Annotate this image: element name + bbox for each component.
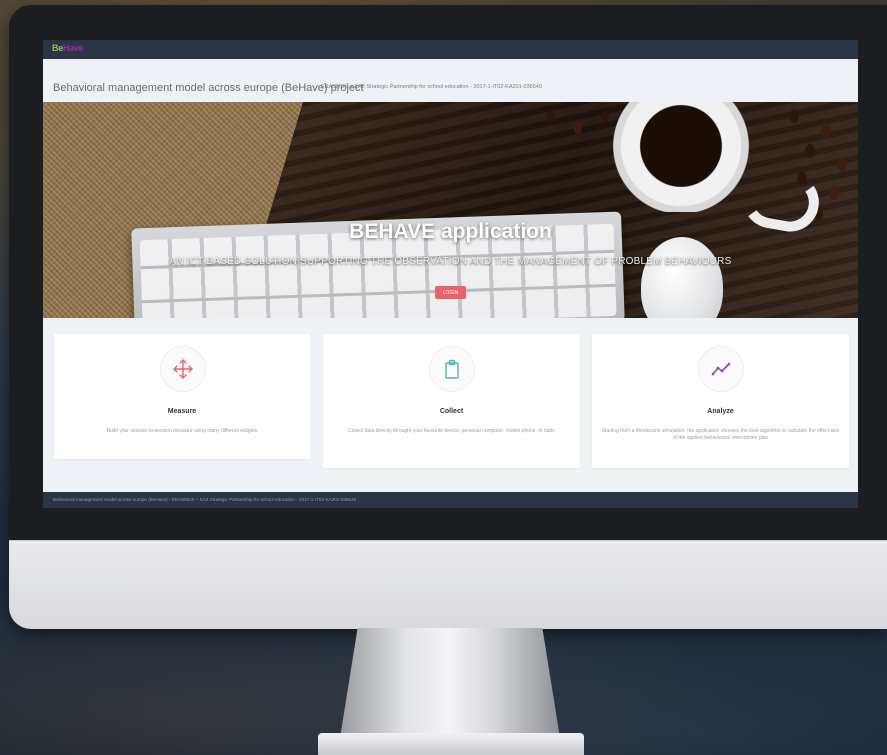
move-arrows-icon: [160, 346, 206, 392]
feature-title: Collect: [439, 408, 464, 415]
feature-description: Build your session-to-session measure us…: [106, 428, 258, 434]
project-subtitle: ERASMUS + KA2 Strategic Partnership for …: [321, 84, 542, 90]
title-bar: Behavioral management model across europ…: [43, 59, 858, 103]
coffee-beans-image: [533, 104, 623, 144]
feature-card-collect: Collect Collect data directly throught y…: [323, 334, 580, 468]
feature-title: Measure: [167, 408, 197, 415]
monitor-base: [318, 733, 584, 755]
hero-banner: BEHAVE application AN ICT-BASED SOLUTION…: [43, 102, 858, 318]
logo-have: Have: [62, 43, 84, 53]
coffee-cup-image: [611, 102, 751, 212]
feature-description: Starting from a Montecarlo simulation, t…: [601, 428, 840, 441]
clipboard-icon: [429, 346, 475, 392]
logo-be: Be: [52, 43, 63, 53]
feature-description: Collect data directly throught your favo…: [347, 428, 556, 434]
monitor-chin: [9, 540, 887, 629]
project-title: Behavioral management model across europ…: [53, 82, 364, 94]
feature-card-measure: Measure Build your session-to-session me…: [54, 334, 310, 459]
monitor-stand: [340, 628, 560, 738]
hero-title: BEHAVE application: [349, 220, 552, 243]
behave-logo[interactable]: BeHave: [52, 43, 84, 53]
footer-text: Behavioral management model across europ…: [53, 497, 357, 502]
top-navbar: BeHave: [43, 40, 858, 59]
feature-card-analyze: Analyze Starting from a Montecarlo simul…: [592, 334, 849, 468]
hero-subtitle: AN ICT-BASED SOLUTION SUPPORTING THE OBS…: [169, 256, 732, 267]
screen: BeHave Behavioral management model acros…: [43, 40, 858, 508]
footer-bar: Behavioral management model across europ…: [43, 492, 858, 508]
feature-title: Analyze: [707, 408, 734, 415]
login-button[interactable]: LOGIN: [435, 286, 466, 299]
trend-line-icon: [698, 346, 744, 392]
